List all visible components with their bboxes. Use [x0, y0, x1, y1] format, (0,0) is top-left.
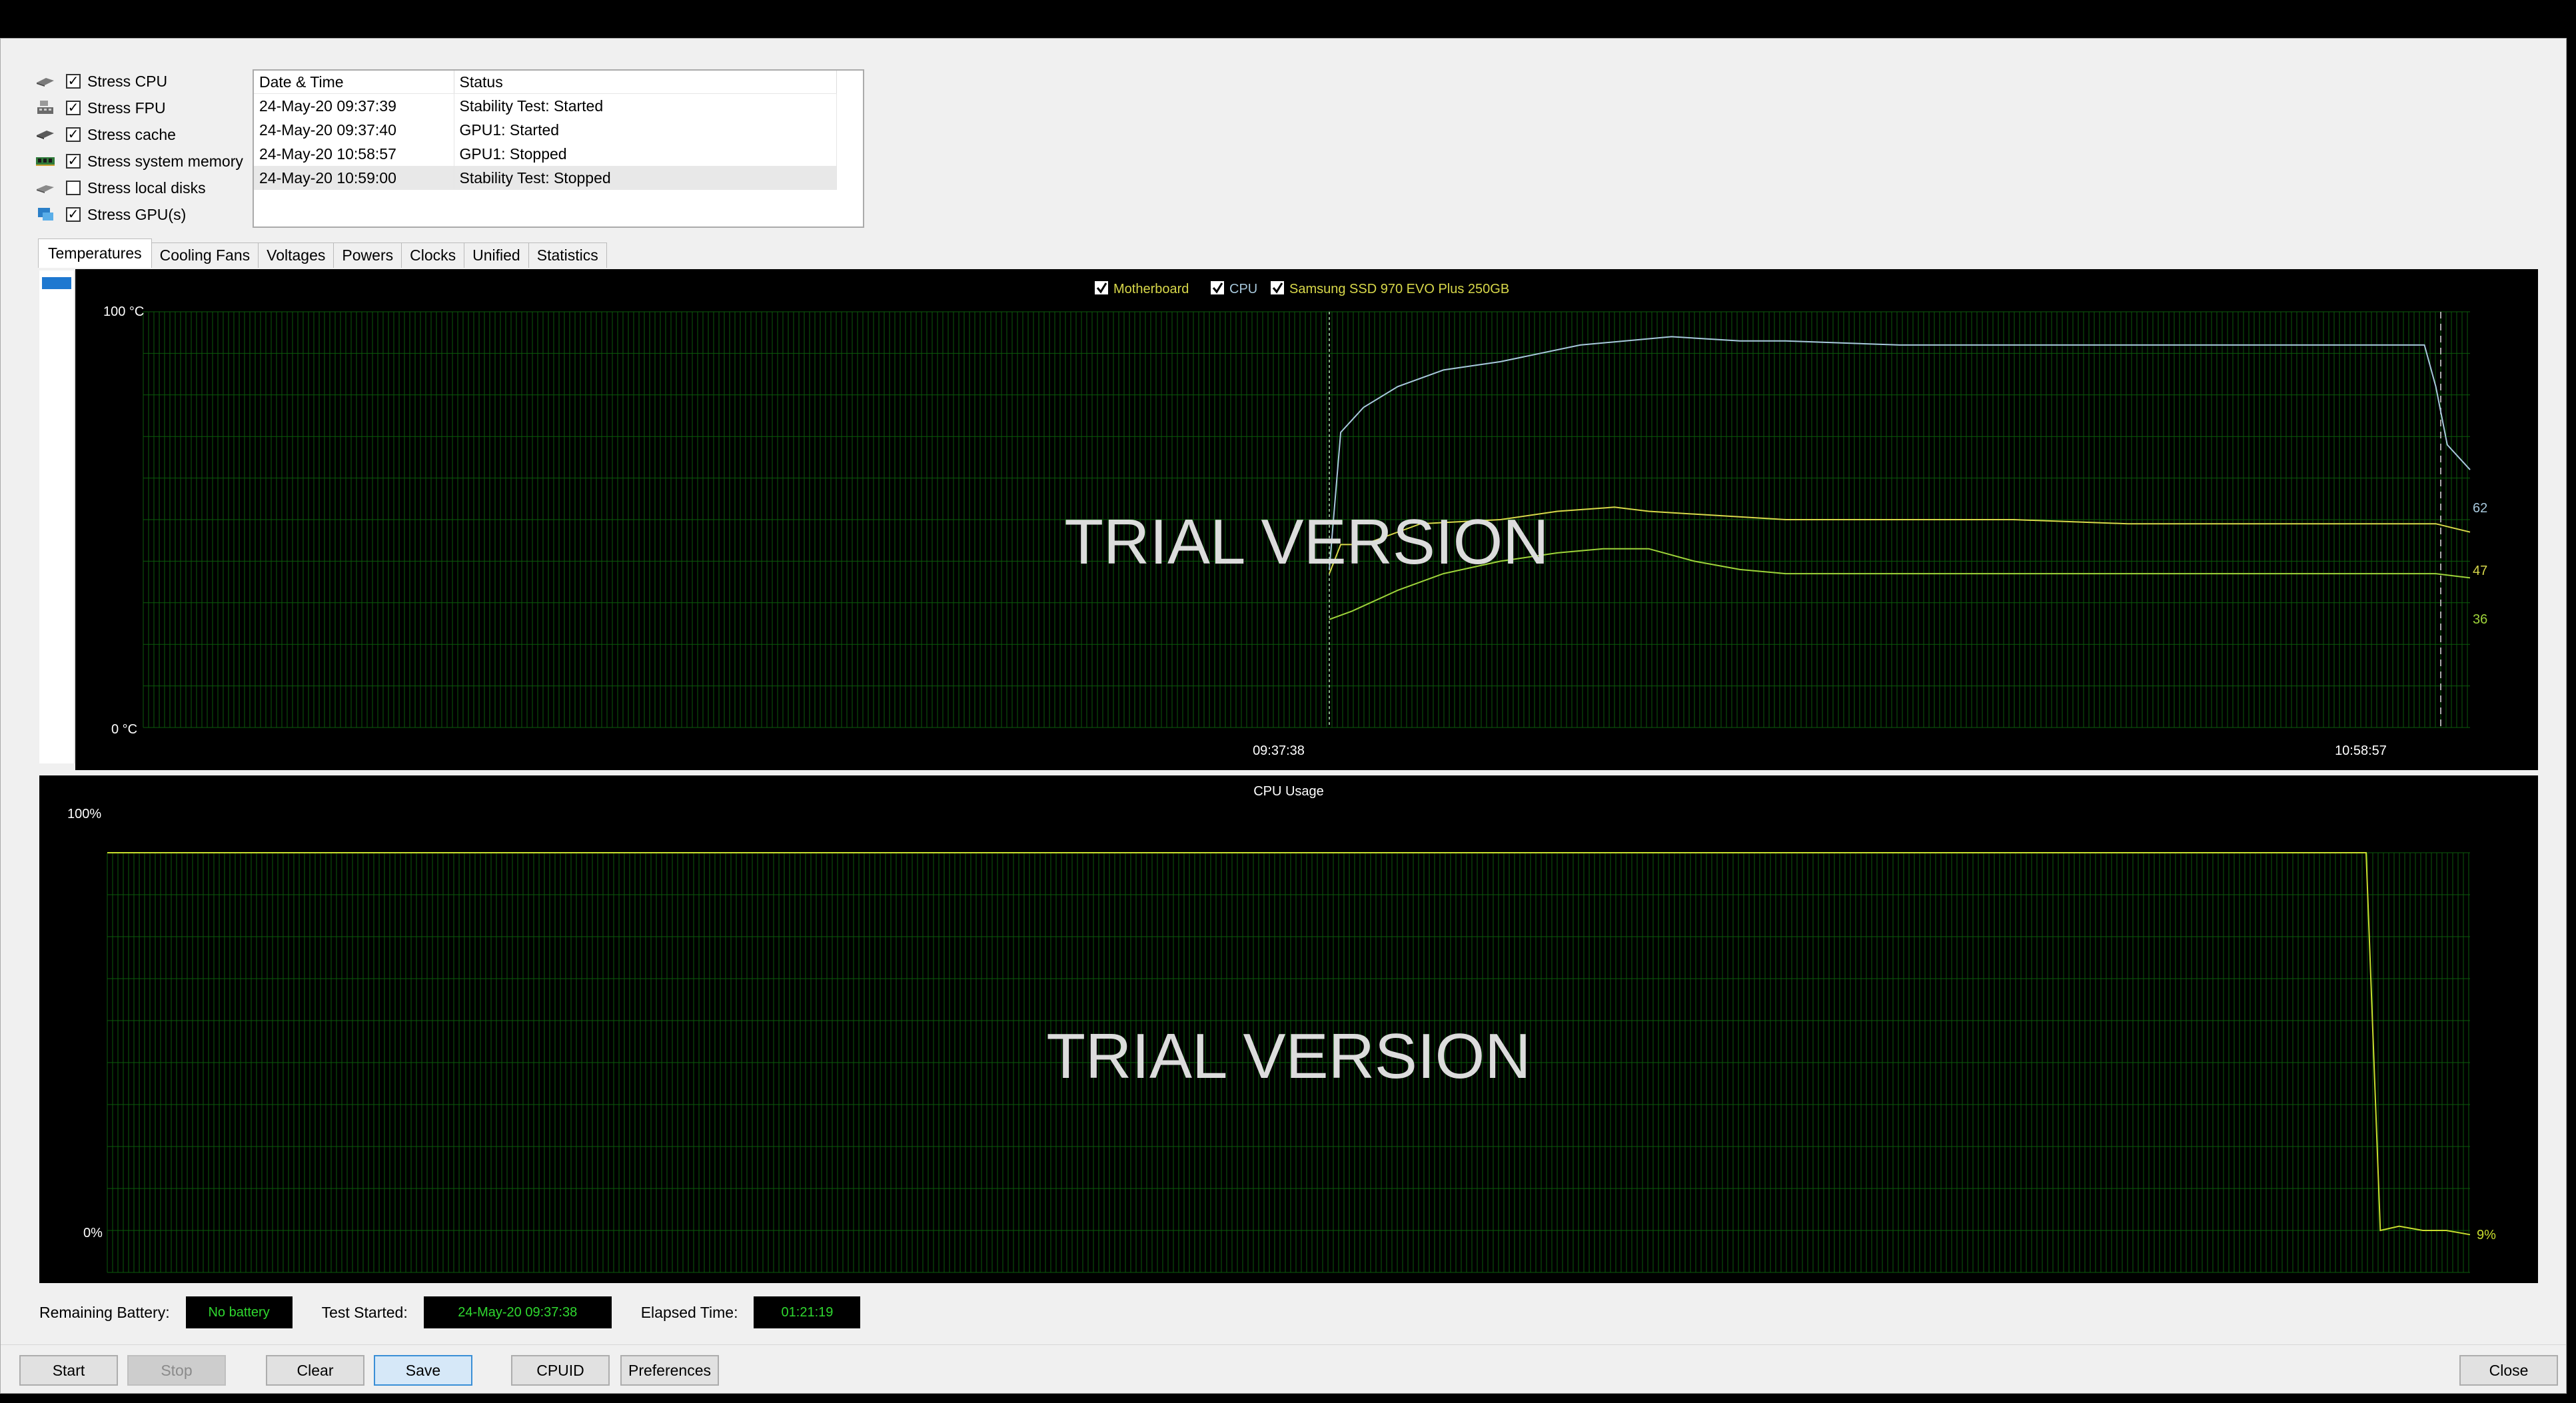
trial-watermark: TRIAL VERSION: [1046, 1021, 1531, 1092]
tab-unified[interactable]: Unified: [464, 242, 529, 268]
option-stress-memory[interactable]: ✓ Stress system memory: [34, 148, 243, 175]
tab-statistics[interactable]: Statistics: [528, 242, 607, 268]
x-axis-start-label: 09:37:38: [1253, 743, 1305, 758]
end-value-cpu-usage: 9%: [2477, 1228, 2496, 1242]
graph-scroll-strip[interactable]: [39, 270, 75, 763]
table-row[interactable]: 24-May-20 09:37:40 GPU1: Started: [254, 118, 837, 142]
table-row[interactable]: 24-May-20 09:37:39 Stability Test: Start…: [254, 93, 837, 118]
graph-tabs: Temperatures Cooling Fans Voltages Power…: [38, 238, 607, 268]
checkbox[interactable]: ✓: [66, 74, 81, 89]
option-label: Stress cache: [87, 125, 176, 143]
cache-chip-icon: [34, 125, 57, 144]
gpu-monitor-icon: [34, 205, 57, 224]
cpu-chip-icon: [34, 72, 57, 91]
start-button[interactable]: Start: [19, 1355, 118, 1386]
preferences-button[interactable]: Preferences: [620, 1355, 719, 1386]
graph-selector[interactable]: [42, 277, 71, 289]
tab-cooling-fans[interactable]: Cooling Fans: [151, 242, 259, 268]
tab-temperatures[interactable]: Temperatures: [38, 238, 152, 268]
fpu-calc-icon: [34, 99, 57, 117]
elapsed-time-value: 01:21:19: [754, 1296, 861, 1328]
option-stress-fpu[interactable]: ✓ Stress FPU: [34, 95, 166, 121]
row-status: Stability Test: Stopped: [454, 166, 837, 190]
checkbox[interactable]: [66, 181, 81, 195]
row-status: Stability Test: Started: [454, 93, 837, 118]
y-axis-min-label: 0 °C: [111, 722, 137, 737]
battery-label: Remaining Battery:: [39, 1303, 170, 1321]
usage-y-min-label: 0%: [83, 1226, 103, 1240]
tab-clocks[interactable]: Clocks: [401, 242, 465, 268]
option-label: Stress CPU: [87, 72, 168, 90]
option-label: Stress GPU(s): [87, 205, 187, 223]
checkbox[interactable]: ✓: [66, 127, 81, 142]
column-header-datetime[interactable]: Date & Time: [254, 71, 454, 94]
tab-voltages[interactable]: Voltages: [258, 242, 334, 268]
save-button[interactable]: Save: [374, 1355, 472, 1386]
checkbox[interactable]: ✓: [66, 101, 81, 115]
option-stress-disks[interactable]: Stress local disks: [34, 175, 206, 201]
memory-stick-icon: [34, 152, 57, 171]
elapsed-time-label: Elapsed Time:: [640, 1303, 738, 1321]
cpu-usage-title: CPU Usage: [1253, 784, 1324, 799]
row-datetime: 24-May-20 10:58:57: [254, 142, 454, 166]
end-value-ssd: 36: [2473, 612, 2487, 627]
option-label: Stress FPU: [87, 99, 166, 117]
close-button[interactable]: Close: [2459, 1355, 2558, 1386]
column-header-status[interactable]: Status: [454, 71, 837, 94]
row-datetime: 24-May-20 09:37:40: [254, 118, 454, 142]
test-started-label: Test Started:: [321, 1303, 408, 1321]
event-log-table[interactable]: Date & Time Status 24-May-20 09:37:39 St…: [253, 69, 864, 228]
stop-button[interactable]: Stop: [127, 1355, 226, 1386]
temperature-graph: Motherboard CPU Samsung SSD 970 EVO Plus…: [75, 269, 2538, 770]
temp-legend: Motherboard CPU Samsung SSD 970 EVO Plus…: [1095, 281, 1509, 296]
cpu-usage-graph: CPU Usage 100% 0% 9% TRIAL VERSION: [39, 775, 2538, 1283]
option-label: Stress local disks: [87, 179, 206, 197]
option-stress-cpu[interactable]: ✓ Stress CPU: [34, 68, 167, 95]
option-stress-gpu[interactable]: ✓ Stress GPU(s): [34, 201, 186, 228]
row-datetime: 24-May-20 10:59:00: [254, 166, 454, 190]
table-row[interactable]: 24-May-20 10:58:57 GPU1: Stopped: [254, 142, 837, 166]
tab-powers[interactable]: Powers: [333, 242, 402, 268]
status-bar: Remaining Battery: No battery Test Start…: [39, 1296, 861, 1328]
option-stress-cache[interactable]: ✓ Stress cache: [34, 121, 176, 148]
option-label: Stress system memory: [87, 152, 243, 170]
battery-value: No battery: [185, 1296, 293, 1328]
row-status: GPU1: Started: [454, 118, 837, 142]
cpuid-button[interactable]: CPUID: [511, 1355, 610, 1386]
legend-motherboard: Motherboard: [1113, 282, 1189, 296]
clear-button[interactable]: Clear: [266, 1355, 364, 1386]
hard-disk-icon: [34, 179, 57, 197]
stability-test-window: ✓ Stress CPU ✓ Stress FPU ✓ Stress cache…: [0, 38, 2567, 1394]
checkbox[interactable]: ✓: [66, 207, 81, 222]
row-datetime: 24-May-20 09:37:39: [254, 93, 454, 118]
trial-watermark: TRIAL VERSION: [1064, 506, 1549, 578]
legend-ssd: Samsung SSD 970 EVO Plus 250GB: [1289, 282, 1509, 296]
table-row[interactable]: 24-May-20 10:59:00 Stability Test: Stopp…: [254, 166, 837, 190]
end-value-motherboard: 47: [2473, 564, 2487, 578]
checkbox[interactable]: ✓: [66, 154, 81, 169]
test-started-value: 24-May-20 09:37:38: [423, 1296, 612, 1328]
y-axis-max-label: 100 °C: [103, 304, 144, 319]
row-status: GPU1: Stopped: [454, 142, 837, 166]
legend-cpu: CPU: [1229, 282, 1257, 296]
end-value-cpu: 62: [2473, 501, 2487, 516]
x-axis-end-label: 10:58:57: [2335, 743, 2387, 758]
usage-y-max-label: 100%: [67, 807, 101, 821]
divider: [1, 1344, 2566, 1345]
